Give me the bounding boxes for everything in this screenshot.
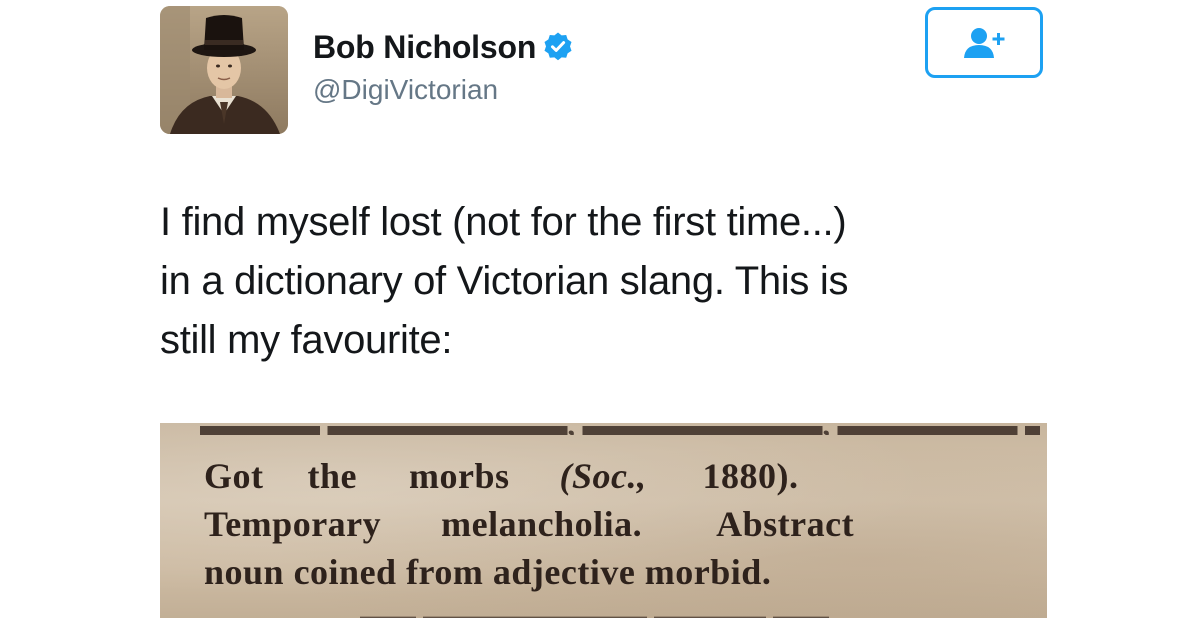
entry-word: Abstract	[716, 504, 855, 544]
entry-source: (Soc.,	[559, 456, 647, 496]
entry-word: Temporary	[204, 504, 382, 544]
tweet-text: I find myself lost (not for the first ti…	[160, 193, 1120, 370]
entry-headword: Got	[204, 456, 264, 496]
tweet-line: still my favourite:	[160, 318, 453, 362]
entry-word: melancholia.	[441, 504, 643, 544]
dictionary-entry-line: Temporary melancholia. Abstract	[204, 503, 854, 545]
tweet-card: Bob Nicholson @DigiVictorian I find myse…	[0, 0, 1200, 630]
add-user-icon	[964, 27, 1005, 58]
dictionary-entry-line: Got the morbs (Soc., 1880).	[204, 455, 799, 497]
user-handle[interactable]: @DigiVictorian	[313, 74, 498, 106]
tweet-line: in a dictionary of Victorian slang. This…	[160, 259, 849, 303]
cropped-text-fragment: ▬▬▬▬ ▬▬▬▬▬▬▬▬, ▬▬▬▬▬▬▬▬, ▬▬▬▬▬▬ ▬	[200, 423, 1040, 435]
tweet-line: I find myself lost (not for the first ti…	[160, 200, 847, 244]
cropped-text-fragment: ▬▬ ▬▬▬▬▬▬▬▬ ▬▬▬▬ ▬▬	[360, 601, 829, 618]
display-name[interactable]: Bob Nicholson	[313, 29, 536, 66]
verified-badge-icon	[542, 31, 574, 63]
avatar-portrait-image	[160, 6, 288, 134]
dictionary-entry-line: noun coined from adjective morbid.	[204, 552, 772, 592]
avatar[interactable]	[160, 6, 288, 134]
entry-date: 1880).	[702, 456, 799, 496]
follow-button[interactable]	[925, 7, 1043, 78]
entry-headword: the	[307, 456, 357, 496]
entry-headword: morbs	[409, 456, 510, 496]
tweet-media-image[interactable]: ▬▬▬▬ ▬▬▬▬▬▬▬▬, ▬▬▬▬▬▬▬▬, ▬▬▬▬▬▬ ▬ Got the…	[160, 423, 1047, 618]
name-row: Bob Nicholson	[313, 27, 574, 67]
